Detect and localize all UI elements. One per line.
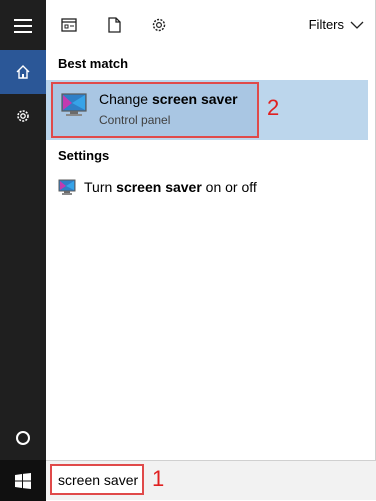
filters-label: Filters: [308, 17, 344, 32]
hamburger-menu-button[interactable]: [0, 4, 46, 48]
screensaver-setting-icon: [58, 179, 76, 195]
best-match-title: Change screen saver: [99, 91, 238, 107]
settings-filter-button[interactable]: [148, 14, 170, 36]
home-button[interactable]: [0, 50, 46, 94]
best-match-title-prefix: Change: [99, 91, 152, 107]
setting-label-suffix: on or off: [201, 179, 257, 195]
circle-icon: [16, 431, 30, 445]
gear-icon: [17, 110, 29, 122]
home-icon: [16, 65, 30, 79]
results-toolbar: Filters: [46, 0, 376, 50]
document-icon: [107, 17, 121, 33]
documents-filter-button[interactable]: [103, 14, 125, 36]
hamburger-icon: [14, 19, 32, 33]
windows-logo-icon: [15, 472, 31, 489]
setting-label-bold: screen saver: [116, 179, 202, 195]
chevron-down-icon: [350, 21, 364, 29]
taskbar: screen saver 1: [0, 460, 376, 501]
screensaver-icon: [61, 93, 87, 116]
setting-result-item[interactable]: Turn screen saver on or off: [46, 174, 376, 204]
cortana-button[interactable]: [0, 416, 46, 460]
best-match-title-bold: screen saver: [151, 91, 238, 107]
settings-gear-icon: [152, 18, 166, 32]
start-sidebar: [0, 0, 46, 460]
apps-icon: [61, 18, 77, 32]
search-input[interactable]: screen saver: [50, 464, 144, 495]
settings-button[interactable]: [0, 94, 46, 138]
best-match-subtitle: Control panel: [99, 113, 171, 127]
start-button[interactable]: [0, 460, 46, 501]
setting-result-label: Turn screen saver on or off: [84, 179, 257, 195]
setting-label-prefix: Turn: [84, 179, 117, 195]
annotation-number-1: 1: [152, 466, 165, 491]
settings-heading: Settings: [58, 148, 110, 163]
filters-dropdown[interactable]: Filters: [309, 17, 364, 32]
best-match-heading: Best match: [58, 56, 129, 71]
annotation-number-2: 2: [267, 95, 280, 120]
apps-filter-button[interactable]: [58, 14, 80, 36]
search-results-pane: Filters Best match Change screen saver C…: [46, 0, 376, 460]
